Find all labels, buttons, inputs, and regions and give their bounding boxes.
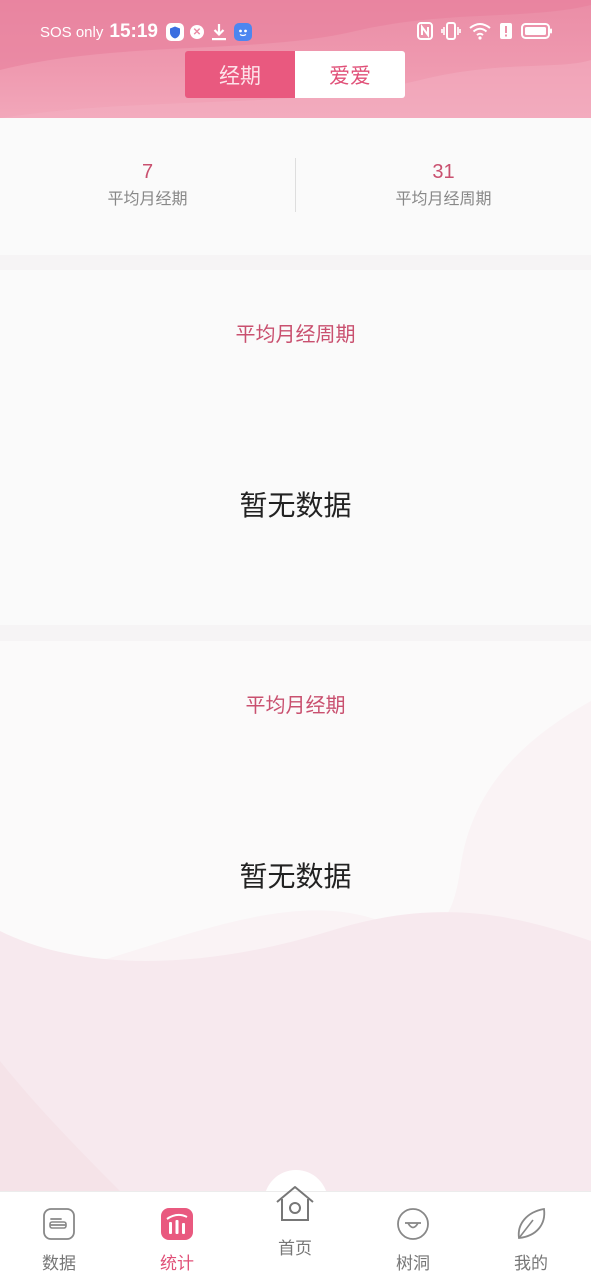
avg-period-stat: 7 平均月经期 <box>0 158 295 212</box>
stats-icon <box>159 1206 195 1242</box>
bottom-nav: 数据 统计 首页 树洞 我的 <box>0 1186 591 1280</box>
home-icon <box>273 1182 317 1226</box>
tab-love[interactable]: 爱爱 <box>295 51 405 98</box>
nav-label: 我的 <box>514 1254 548 1274</box>
battery-icon <box>521 22 553 40</box>
nav-label: 树洞 <box>396 1254 430 1274</box>
leaf-icon <box>513 1206 549 1242</box>
avg-cycle-value: 31 <box>432 161 455 183</box>
nav-label: 统计 <box>160 1254 194 1274</box>
nav-label: 数据 <box>42 1254 76 1274</box>
tree-hole-icon <box>395 1206 431 1242</box>
shield-icon <box>165 23 184 41</box>
chart-title: 平均月经期 <box>245 693 346 717</box>
empty-state-text: 暂无数据 <box>239 489 352 522</box>
nav-item-tree-hole[interactable]: 树洞 <box>354 1192 472 1280</box>
avg-period-chart-card: 平均月经期 暂无数据 <box>0 641 591 1191</box>
nav-item-stats[interactable]: 统计 <box>118 1192 236 1280</box>
carrier-text: SOS only <box>40 23 104 41</box>
x-circle-icon: ✕ <box>189 25 204 39</box>
alert-icon <box>499 22 513 40</box>
background-wave-decoration <box>0 701 591 1191</box>
nav-item-data[interactable]: 数据 <box>0 1192 118 1280</box>
status-right <box>417 22 553 40</box>
download-icon <box>210 23 228 41</box>
avg-period-label: 平均月经期 <box>107 189 188 208</box>
tab-period[interactable]: 经期 <box>185 51 295 98</box>
nfc-icon <box>417 22 433 40</box>
nav-label: 首页 <box>278 1239 312 1259</box>
wifi-icon <box>469 22 491 40</box>
clock: 15:19 <box>109 21 158 42</box>
empty-state-text: 暂无数据 <box>239 860 352 893</box>
avg-cycle-label: 平均月经周期 <box>395 189 492 208</box>
avg-period-value: 7 <box>141 161 154 183</box>
summary-card: 7 平均月经期 31 平均月经周期 <box>0 118 591 255</box>
avg-cycle-chart-card: 平均月经周期 暂无数据 <box>0 270 591 625</box>
bot-icon <box>233 23 252 41</box>
period-love-tab-switch: 经期 爱爱 <box>185 51 405 98</box>
chart-title: 平均月经周期 <box>235 322 356 346</box>
status-bar: SOS only 15:19 ✕ <box>0 18 591 48</box>
nav-item-mine[interactable]: 我的 <box>472 1192 590 1280</box>
header: SOS only 15:19 ✕ 经期 爱爱 <box>0 0 591 118</box>
status-left: SOS only 15:19 ✕ <box>40 21 252 43</box>
vibrate-icon <box>441 22 461 40</box>
data-icon <box>41 1206 77 1242</box>
nav-item-home[interactable]: 首页 <box>236 1186 354 1280</box>
avg-cycle-stat: 31 平均月经周期 <box>296 158 591 212</box>
